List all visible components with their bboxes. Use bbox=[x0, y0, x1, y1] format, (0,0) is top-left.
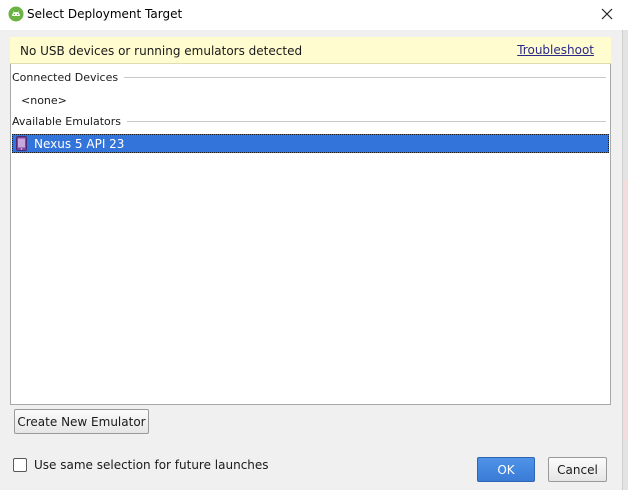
window-edge bbox=[622, 30, 628, 490]
section-divider bbox=[124, 77, 606, 78]
use-same-selection-label: Use same selection for future launches bbox=[34, 458, 269, 472]
connected-none-text: <none> bbox=[21, 94, 67, 107]
banner-message: No USB devices or running emulators dete… bbox=[20, 44, 303, 58]
phone-emulator-icon bbox=[16, 136, 27, 151]
window-title: Select Deployment Target bbox=[27, 7, 183, 21]
troubleshoot-link[interactable]: Troubleshoot bbox=[517, 43, 594, 57]
close-button[interactable] bbox=[594, 3, 620, 25]
emulator-row-nexus-5[interactable]: Nexus 5 API 23 bbox=[12, 134, 609, 153]
emulator-name: Nexus 5 API 23 bbox=[34, 136, 125, 151]
title-bar: Select Deployment Target bbox=[0, 0, 628, 30]
ok-button[interactable]: OK bbox=[477, 457, 535, 482]
close-icon bbox=[601, 8, 613, 20]
device-list[interactable]: Connected Devices <none> Available Emula… bbox=[10, 64, 611, 405]
available-emulators-header: Available Emulators bbox=[12, 115, 606, 128]
use-same-selection-checkbox[interactable] bbox=[13, 458, 27, 472]
create-new-emulator-button[interactable]: Create New Emulator bbox=[14, 409, 149, 434]
no-devices-banner: No USB devices or running emulators dete… bbox=[10, 37, 611, 64]
android-studio-icon bbox=[8, 6, 24, 22]
use-same-selection-option[interactable]: Use same selection for future launches bbox=[13, 458, 269, 472]
available-emulators-label: Available Emulators bbox=[12, 115, 122, 128]
connected-devices-header: Connected Devices bbox=[12, 71, 606, 84]
section-divider bbox=[127, 121, 606, 122]
connected-devices-label: Connected Devices bbox=[12, 71, 119, 84]
cancel-button[interactable]: Cancel bbox=[548, 457, 607, 482]
